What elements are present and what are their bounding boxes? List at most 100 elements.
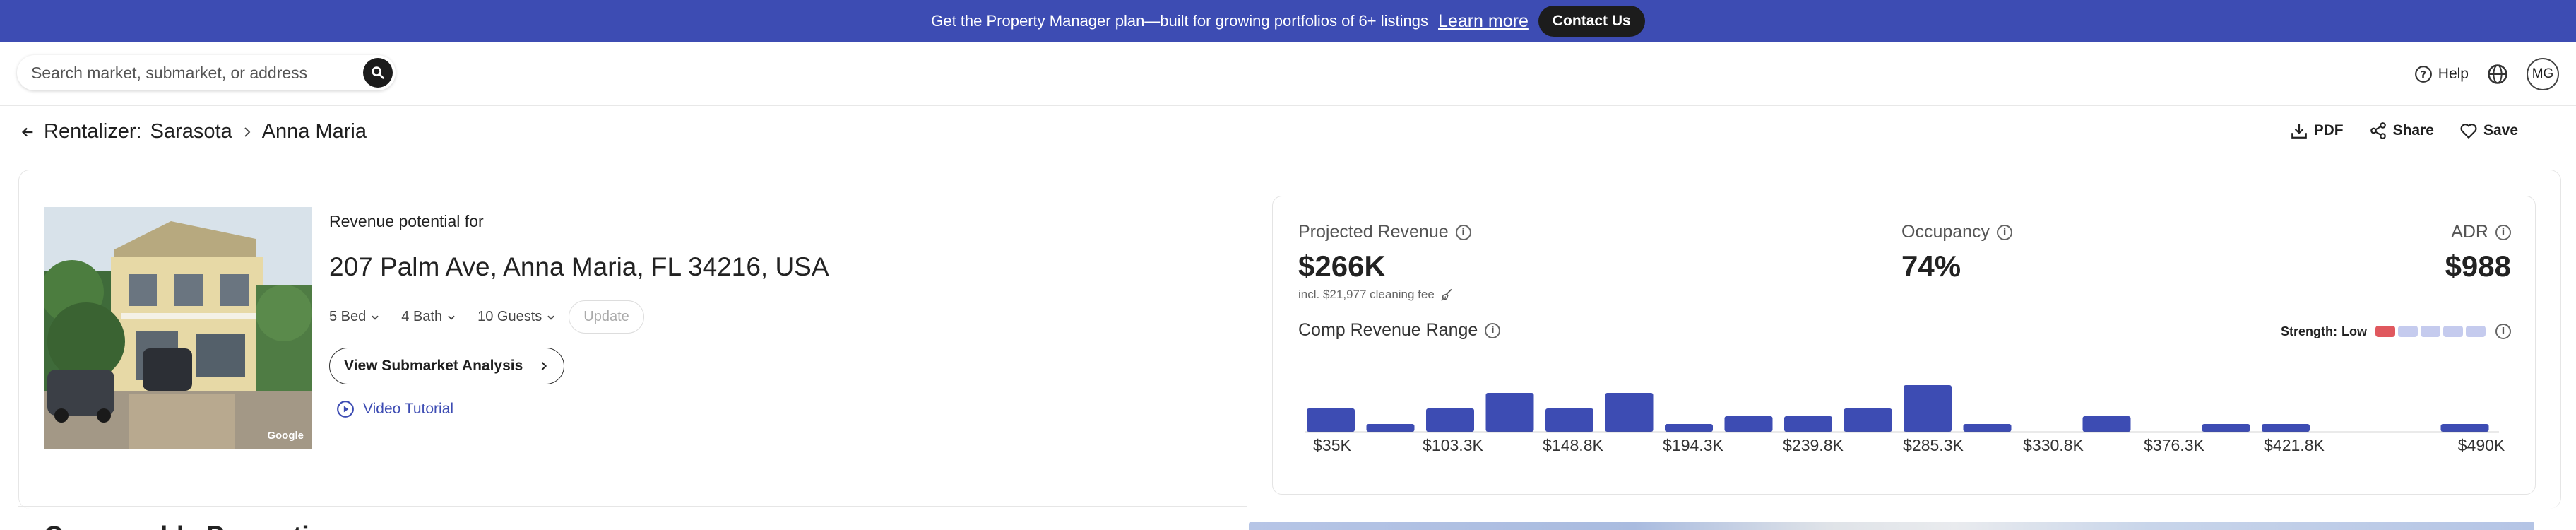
- help-button[interactable]: ? Help: [2414, 65, 2469, 83]
- guests-value: 10 Guests: [477, 309, 542, 324]
- chart-bar[interactable]: [1605, 393, 1654, 432]
- baths-select[interactable]: 4 Bath: [401, 309, 456, 325]
- avatar[interactable]: MG: [2527, 58, 2559, 90]
- info-icon[interactable]: i: [2495, 324, 2511, 339]
- chart-tick-label: $239.8K: [1783, 436, 1844, 454]
- pdf-label: PDF: [2313, 122, 2344, 139]
- video-tutorial-label: Video Tutorial: [363, 401, 454, 417]
- chart-bar[interactable]: [2262, 424, 2310, 432]
- video-tutorial-link[interactable]: Video Tutorial: [336, 400, 829, 418]
- chart-bar[interactable]: [1904, 385, 1952, 432]
- projected-revenue-metric: Projected Revenue i $266K incl. $21,977 …: [1298, 222, 1471, 302]
- chart-bar[interactable]: [1426, 408, 1474, 432]
- share-label: Share: [2392, 122, 2434, 139]
- property-info: Revenue potential for 207 Palm Ave, Anna…: [329, 212, 829, 418]
- submarket-button-label: View Submarket Analysis: [344, 358, 523, 374]
- chart-bar[interactable]: [1366, 424, 1415, 432]
- strength-segment: [2443, 326, 2463, 337]
- strength-segment: [2375, 326, 2395, 337]
- projected-revenue-value: $266K: [1298, 249, 1386, 283]
- chart-bar[interactable]: [2440, 424, 2489, 432]
- chart-bar[interactable]: [1724, 416, 1773, 432]
- download-icon: [2291, 124, 2307, 139]
- top-right-nav: ? Help MG: [2414, 58, 2559, 90]
- search-placeholder: Search market, submarket, or address: [31, 63, 308, 82]
- chart-tick-label: $285.3K: [1903, 436, 1964, 454]
- photo-credit: Google: [267, 430, 304, 442]
- occupancy-metric: Occupancy i 74%: [1901, 222, 2013, 283]
- breadcrumb: Rentalizer: Sarasota Anna Maria: [20, 120, 367, 143]
- strength-value: Low: [2341, 324, 2367, 338]
- chart-tick-label: $421.8K: [2264, 436, 2325, 454]
- share-button[interactable]: Share: [2369, 122, 2434, 140]
- guests-select[interactable]: 10 Guests: [477, 309, 556, 325]
- chart-bar[interactable]: [1307, 408, 1355, 432]
- section-title: Comparable Properties: [44, 522, 339, 530]
- chart-bar[interactable]: [1545, 408, 1593, 432]
- chart-bar[interactable]: [1844, 408, 1892, 432]
- map-preview[interactable]: [1249, 522, 2534, 530]
- breadcrumb-row: Rentalizer: Sarasota Anna Maria PDF Shar…: [0, 106, 2576, 163]
- search-button[interactable]: [363, 58, 393, 88]
- chevron-down-icon: [448, 315, 455, 320]
- chart-tick-label: $330.8K: [2023, 436, 2084, 454]
- projected-revenue-label: Projected Revenue: [1298, 222, 1449, 242]
- back-arrow-icon[interactable]: [20, 124, 35, 140]
- chart-bar[interactable]: [1963, 424, 2012, 432]
- info-icon[interactable]: i: [1485, 322, 1501, 338]
- globe-icon[interactable]: [2487, 64, 2508, 85]
- chart-tick-label: $148.8K: [1543, 436, 1603, 454]
- contact-us-button[interactable]: Contact Us: [1538, 6, 1645, 37]
- page-actions: PDF Share Save: [2290, 122, 2518, 140]
- chart-tick-label: $35K: [1313, 436, 1351, 454]
- revenue-potential-label: Revenue potential for: [329, 212, 484, 230]
- chart-bar[interactable]: [1485, 393, 1534, 432]
- info-icon[interactable]: i: [2495, 224, 2511, 240]
- comp-revenue-range-title: Comp Revenue Range i: [1298, 320, 1501, 341]
- chart-tick-label: $490K: [2458, 436, 2505, 454]
- help-icon: ?: [2414, 66, 2432, 83]
- breadcrumb-area: Anna Maria: [261, 120, 367, 143]
- learn-more-link[interactable]: Learn more: [1438, 11, 1529, 32]
- occupancy-value: 74%: [1901, 249, 1961, 283]
- save-label: Save: [2483, 122, 2518, 139]
- beds-value: 5 Bed: [329, 309, 367, 324]
- strength-label: Strength:: [2281, 324, 2337, 338]
- update-button[interactable]: Update: [569, 300, 644, 334]
- pdf-button[interactable]: PDF: [2290, 122, 2344, 140]
- chart-bar[interactable]: [1665, 424, 1713, 432]
- house-photo-image: [44, 207, 312, 449]
- cleaning-fee-note: incl. $21,977 cleaning fee: [1298, 288, 1435, 301]
- chart-bar[interactable]: [2202, 424, 2250, 432]
- info-icon[interactable]: i: [1455, 224, 1471, 240]
- chart-bar[interactable]: [1784, 416, 1832, 432]
- property-photo[interactable]: Google: [44, 207, 312, 449]
- property-selectors: 5 Bed 4 Bath 10 Guests Update: [329, 300, 829, 334]
- breadcrumb-city[interactable]: Sarasota: [150, 120, 232, 143]
- chart-bar[interactable]: [2082, 416, 2131, 432]
- view-submarket-analysis-button[interactable]: View Submarket Analysis: [329, 348, 565, 384]
- svg-text:?: ?: [2421, 69, 2426, 81]
- strength-indicator: Strength: Low i: [2281, 324, 2511, 339]
- search-input[interactable]: Search market, submarket, or address: [17, 55, 396, 90]
- strength-bar: [2375, 326, 2486, 337]
- strength-segment: [2421, 326, 2440, 337]
- adr-label: ADR: [2451, 222, 2488, 242]
- play-circle-icon: [337, 401, 354, 418]
- strength-segment: [2466, 326, 2486, 337]
- beds-select[interactable]: 5 Bed: [329, 309, 380, 325]
- breadcrumb-root: Rentalizer:: [44, 120, 142, 143]
- comp-revenue-range-label: Comp Revenue Range: [1298, 320, 1478, 340]
- occupancy-label: Occupancy: [1901, 222, 1990, 242]
- baths-value: 4 Bath: [401, 309, 443, 324]
- chart-tick-label: $103.3K: [1423, 436, 1483, 454]
- comp-revenue-chart: $35K $103.3K $148.8K $194.3K $239.8K $285.3K $…: [1305, 385, 2505, 454]
- property-address: 207 Palm Ave, Anna Maria, FL 34216, USA: [329, 252, 829, 281]
- top-bar: Search market, submarket, or address ? H…: [0, 42, 2576, 106]
- info-icon[interactable]: i: [1997, 224, 2013, 240]
- save-button[interactable]: Save: [2459, 122, 2518, 140]
- chevron-down-icon: [547, 315, 554, 320]
- search-icon: [372, 66, 384, 79]
- chart-tick-label: $376.3K: [2144, 436, 2204, 454]
- chevron-down-icon: [372, 315, 379, 320]
